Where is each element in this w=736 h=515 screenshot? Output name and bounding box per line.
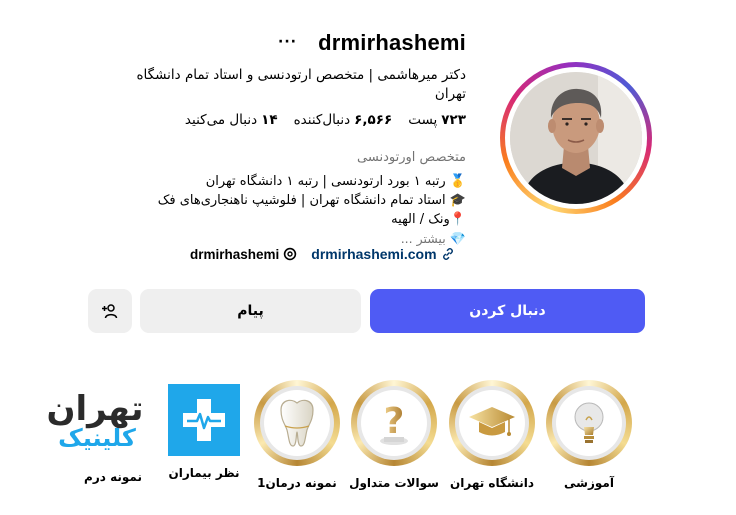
medical-cross-tile [168, 384, 240, 456]
bio-line: 💎 [449, 232, 466, 247]
bio-line: 📍ونک / الهیه [391, 212, 466, 227]
highlight-label: نمونه درم [84, 470, 142, 484]
highlight-item[interactable]: آموزشی [544, 380, 634, 490]
stat-followers-value: ۶,۵۶۶ [354, 112, 393, 128]
tehran-clinic-logo-graphic: تهران کلینیک [46, 389, 143, 452]
highlight-label: آموزشی [564, 476, 614, 490]
profile-website-link[interactable]: drmirhashemi.com [311, 246, 454, 262]
graduation-cap-icon [469, 407, 515, 436]
profile-links: drmirhashemi drmirhashemi.com [190, 246, 455, 262]
stat-following-value: ۱۴ [261, 112, 278, 128]
highlight-ring [254, 380, 340, 466]
profile-stats: ۷۲۳ پست ۶,۵۶۶ دنبال‌کننده ۱۴ دنبال می‌کن… [185, 112, 466, 128]
tooth-icon [280, 399, 314, 447]
stat-following-label: دنبال می‌کنید [184, 112, 258, 128]
stat-posts-value: ۷۲۳ [441, 112, 466, 128]
highlight-item[interactable]: نظر بیماران [159, 380, 249, 480]
threads-handle: drmirhashemi [190, 246, 280, 262]
highlight-item[interactable]: ? سوالات متداول [349, 380, 439, 490]
link-icon [442, 248, 453, 260]
bio-more-link[interactable]: بیشتر ... [401, 231, 446, 246]
highlight-item[interactable]: دانشگاه تهران [447, 380, 537, 490]
svg-text:تهران: تهران [46, 389, 143, 429]
profile-full-name: دکتر میرهاشمی | متخصص ارتودنسی و استاد ت… [136, 67, 466, 102]
profile-bio: 🥇 رتبه ۱ بورد ارتودنسی | رتبه ۱ دانشگاه … [157, 172, 466, 249]
stat-following[interactable]: ۱۴ دنبال می‌کنید [185, 112, 278, 128]
threads-icon [284, 247, 297, 261]
highlight-ring [449, 380, 535, 466]
ellipsis-icon[interactable]: ··· [278, 34, 297, 50]
add-person-icon [102, 304, 118, 319]
stat-followers[interactable]: ۶,۵۶۶ دنبال‌کننده [294, 112, 393, 128]
highlight-ring [546, 380, 632, 466]
doctor-portrait [510, 72, 642, 204]
stat-posts[interactable]: ۷۲۳ پست [408, 112, 466, 128]
suggest-accounts-button[interactable] [88, 289, 132, 333]
svg-text:?: ? [384, 401, 405, 442]
stat-posts-label: پست [408, 112, 438, 128]
tehran-clinic-logo: تهران کلینیک [25, 388, 165, 452]
highlight-label: سوالات متداول [349, 476, 439, 490]
svg-text:کلینیک: کلینیک [58, 424, 136, 450]
highlight-label: نظر بیماران [168, 466, 240, 480]
highlight-ring: ? [351, 380, 437, 466]
highlight-label: دانشگاه تهران [450, 476, 534, 490]
medical-cross-icon [183, 399, 225, 441]
highlight-label: نمونه درمان1 [257, 476, 337, 490]
website-link-text: drmirhashemi.com [311, 246, 437, 262]
lightbulb-icon [574, 402, 604, 443]
highlight-item[interactable]: نمونه درم [68, 466, 158, 484]
stat-followers-label: دنبال‌کننده [293, 112, 351, 128]
follow-button[interactable]: دنبال کردن [370, 289, 645, 333]
highlight-item[interactable]: نمونه درمان1 [252, 380, 342, 490]
question-mark-icon: ? [380, 401, 408, 445]
avatar-gap [505, 67, 647, 209]
message-button[interactable]: پیام [140, 289, 361, 333]
bio-line: 🎓 استاد تمام دانشگاه تهران | فلوشیپ ناهن… [157, 193, 466, 208]
bio-line: 🥇 رتبه ۱ بورد ارتودنسی | رتبه ۱ دانشگاه … [205, 174, 466, 189]
profile-avatar [510, 72, 642, 204]
profile-username: drmirhashemi [318, 30, 466, 55]
profile-avatar-ring[interactable] [500, 62, 652, 214]
threads-badge[interactable]: drmirhashemi [190, 247, 297, 262]
profile-category: متخصص اورتودنسی [357, 150, 466, 165]
